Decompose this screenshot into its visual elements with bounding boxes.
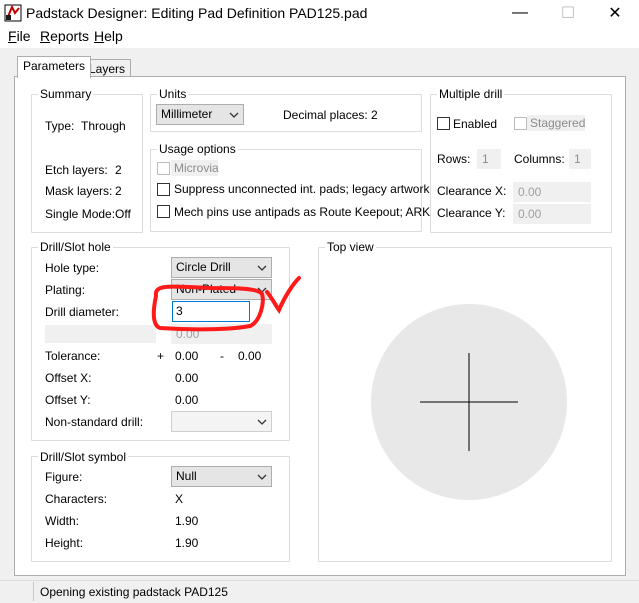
units-title: Units [157,87,189,101]
suppress-pads-checkbox[interactable] [157,183,170,196]
drill-slot-hole-title: Drill/Slot hole [38,240,113,254]
tab-parameters[interactable]: Parameters [17,56,92,78]
decimal-places-label: Decimal places: [283,108,368,122]
staggered-label: Staggered [527,115,585,131]
menu-file[interactable]: File [8,28,31,44]
figure-select[interactable]: Null [171,466,272,487]
width-value[interactable]: 1.90 [175,514,198,528]
clearance-y-input[interactable]: 0.00 [513,204,591,224]
height-label: Height: [45,536,84,550]
red-checkmark [265,276,301,314]
window-title: Padstack Designer: Editing Pad Definitio… [26,5,368,21]
rows-input[interactable]: 1 [477,149,501,169]
single-mode-label: Single Mode: [45,207,116,221]
hole-type-label: Hole type: [45,261,100,275]
rows-label: Rows: [437,152,471,166]
suppress-pads-label[interactable]: Suppress unconnected int. pads; legacy a… [174,182,429,196]
status-divider [33,582,34,601]
mech-pins-checkbox[interactable] [157,205,170,218]
non-standard-drill-select[interactable] [171,411,272,432]
columns-input[interactable]: 1 [569,149,591,169]
mech-pins-label[interactable]: Mech pins use antipads as Route Keepout;… [174,205,430,219]
offset-y-label: Offset Y: [45,393,91,407]
chevron-down-icon [257,419,267,425]
top-view-title: Top view [325,240,376,254]
tolerance-plus-value[interactable]: 0.00 [175,349,198,363]
etch-layers-label: Etch layers: [45,163,108,177]
pad-preview [371,304,567,500]
close-button[interactable]: ✕ [592,0,638,26]
minimize-button[interactable]: — [497,0,543,26]
width-label: Width: [45,514,80,528]
chevron-down-icon [229,112,239,118]
usage-options-title: Usage options [157,142,238,156]
offset-x-value[interactable]: 0.00 [175,371,198,385]
multi-enabled-checkbox[interactable] [437,117,450,130]
status-text: Opening existing padstack PAD125 [40,585,228,599]
etch-layers-value: 2 [115,163,122,177]
columns-label: Columns: [514,152,565,166]
clearance-y-label: Clearance Y: [437,206,506,220]
figure-label: Figure: [45,470,83,484]
tolerance-minus-sign: - [220,349,224,363]
tolerance-plus-sign: + [157,349,165,363]
chevron-down-icon [257,474,267,480]
red-circle-mark [151,284,265,332]
offset-y-value[interactable]: 0.00 [175,393,198,407]
menu-reports[interactable]: Reports [40,28,89,44]
mask-layers-value: 2 [115,184,122,198]
multi-enabled-label[interactable]: Enabled [453,117,497,131]
clearance-x-input[interactable]: 0.00 [513,182,591,202]
units-select[interactable]: Millimeter [156,104,244,125]
characters-label: Characters: [45,492,108,506]
non-standard-drill-label: Non-standard drill: [45,415,144,429]
type-label: Type: [45,119,75,133]
multiple-drill-title: Multiple drill [437,87,505,101]
clearance-x-label: Clearance X: [437,184,507,198]
menu-help[interactable]: Help [94,28,123,44]
type-value: Through [81,119,126,133]
offset-x-label: Offset X: [45,371,92,385]
red-annotation [151,276,301,332]
app-icon [4,4,22,22]
drill-slot-symbol-title: Drill/Slot symbol [38,450,129,464]
height-value[interactable]: 1.90 [175,536,198,550]
microvia-label: Microvia [171,160,219,176]
slot-label-placeholder [45,325,156,343]
single-mode-value: Off [115,207,131,221]
plating-label: Plating: [45,283,86,297]
tolerance-minus-value[interactable]: 0.00 [238,349,261,363]
decimal-places-value[interactable]: 2 [371,108,378,122]
drill-diameter-label: Drill diameter: [45,305,120,319]
tolerance-label: Tolerance: [45,349,101,363]
mask-layers-label: Mask layers: [45,184,113,198]
microvia-checkbox[interactable] [157,162,170,175]
staggered-checkbox[interactable] [514,117,527,130]
summary-title: Summary [38,87,94,101]
characters-value[interactable]: X [175,492,183,506]
maximize-button[interactable]: ☐ [545,0,591,26]
